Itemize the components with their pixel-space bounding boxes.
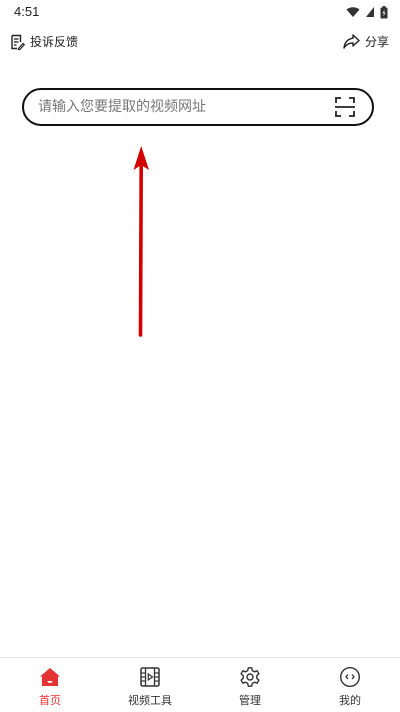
- nav-item-manage[interactable]: 管理: [200, 658, 300, 712]
- home-icon: [40, 668, 60, 686]
- nav-label-mine: 我的: [339, 694, 361, 707]
- status-time: 4:51: [14, 4, 40, 19]
- complaint-feedback-label: 投诉反馈: [30, 35, 79, 49]
- nav-label-manage: 管理: [239, 694, 261, 707]
- scan-icon[interactable]: [334, 96, 356, 118]
- nav-item-home[interactable]: 首页: [0, 658, 100, 712]
- gear-icon: [240, 667, 260, 687]
- share-button[interactable]: 分享: [343, 33, 389, 50]
- video-tool-icon: [140, 667, 160, 687]
- nav-item-mine[interactable]: 我的: [300, 658, 400, 712]
- bottom-navigation: 首页 视频工具 管理 我的: [0, 657, 400, 712]
- battery-icon: [380, 5, 388, 18]
- nav-label-video-tools: 视频工具: [128, 694, 172, 707]
- complaint-feedback-button[interactable]: 投诉反馈: [10, 33, 78, 50]
- status-bar: 4:51: [0, 0, 400, 24]
- nav-item-video-tools[interactable]: 视频工具: [100, 658, 200, 712]
- status-icons: [346, 5, 388, 19]
- profile-icon: [339, 666, 361, 688]
- signal-icon: [366, 7, 374, 17]
- video-url-input[interactable]: [36, 91, 334, 123]
- feedback-document-icon: [11, 34, 25, 50]
- share-icon: [343, 34, 360, 49]
- red-annotation-arrow: [133, 146, 149, 337]
- nav-label-home: 首页: [39, 694, 61, 707]
- share-label: 分享: [364, 35, 389, 49]
- wifi-icon: [346, 7, 360, 17]
- top-bar: 投诉反馈 分享: [0, 30, 400, 56]
- video-url-search-box: [22, 88, 374, 126]
